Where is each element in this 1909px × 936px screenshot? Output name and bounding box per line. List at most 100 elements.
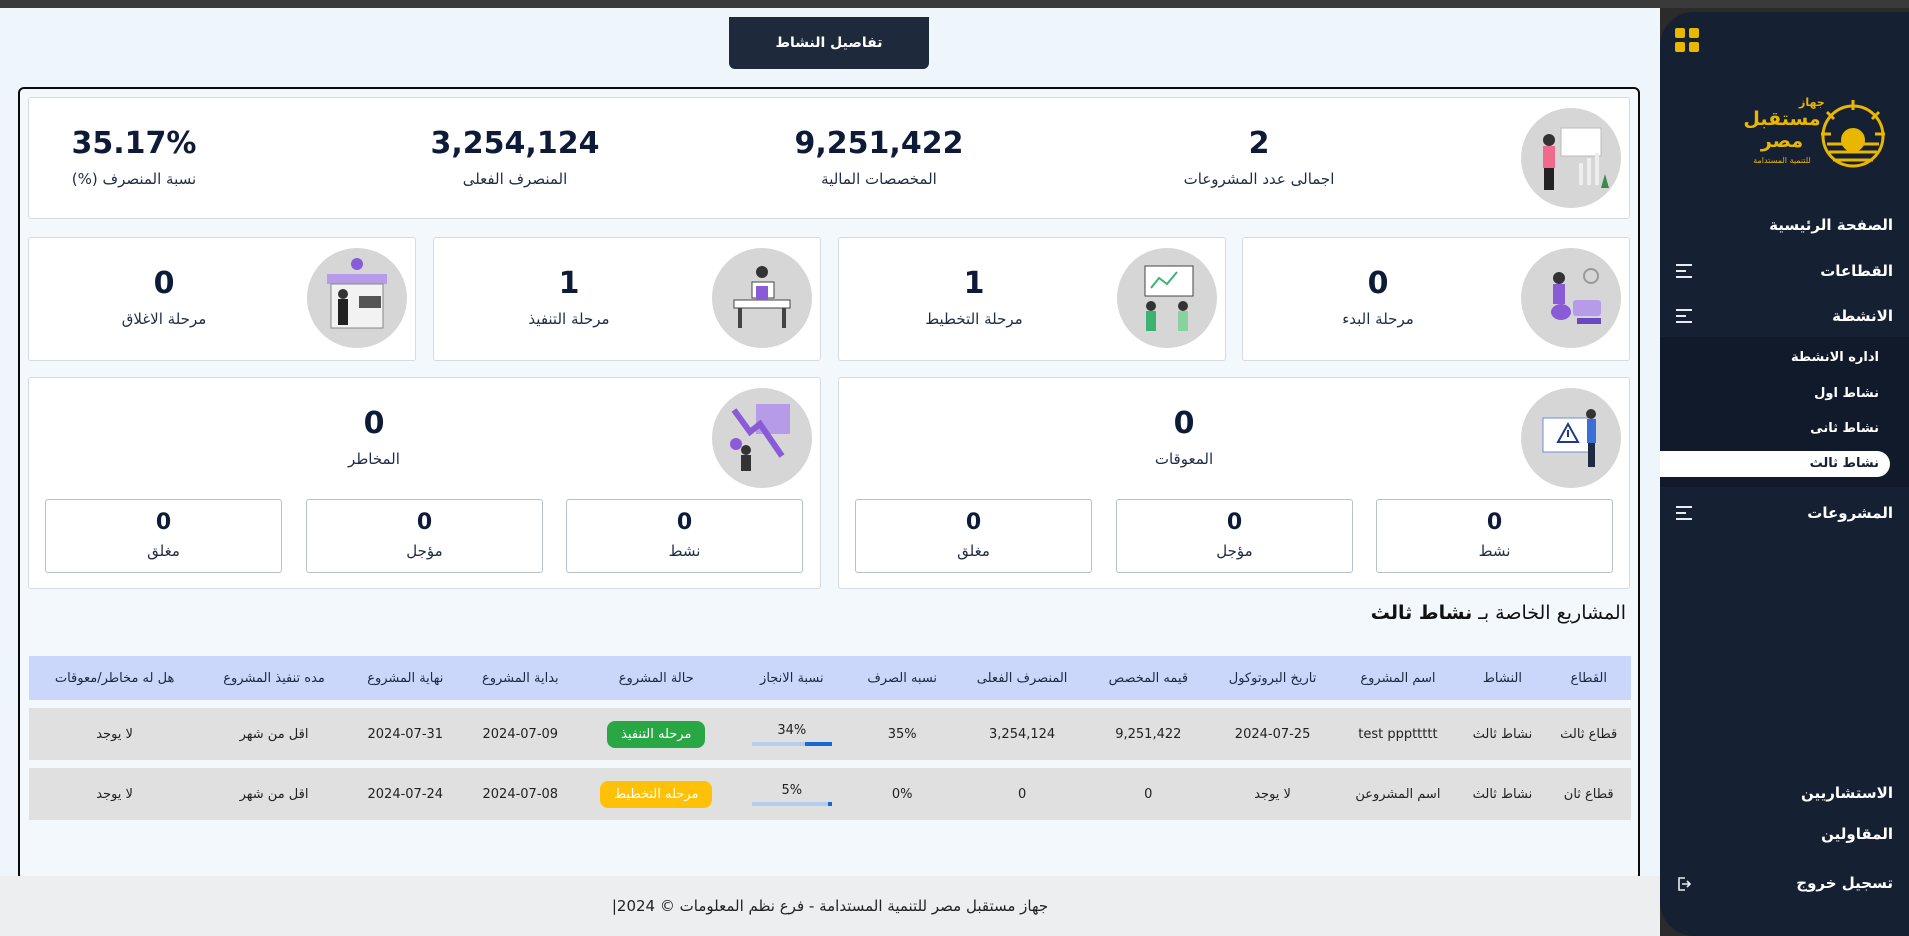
progress-fill (804, 741, 832, 746)
page-title-tab: تفاصيل النشاط (729, 17, 929, 69)
sidebar-item-projects[interactable]: المشروعات (1807, 504, 1893, 522)
warning-illustration-icon (1521, 388, 1621, 488)
projects-table: القطاع النشاط اسم المشروع تاريخ البروتوك… (29, 648, 1631, 828)
menu-lines-icon[interactable] (1676, 309, 1694, 323)
risks-closed-card: 0 مغلق (45, 499, 282, 573)
risks-active-label: نشط (668, 542, 701, 560)
progress-fill (827, 801, 832, 806)
risks-value: 0 (363, 406, 385, 441)
menu-lines-icon[interactable] (1676, 506, 1694, 520)
stage-execution-value: 1 (558, 266, 580, 301)
risks-card: 0 المخاطر 0 نشط 0 مؤجل 0 مغلق (28, 377, 821, 589)
submenu-item-activity-3[interactable]: نشاط ثالث (1810, 456, 1879, 471)
menu-lines-icon[interactable] (1676, 264, 1694, 278)
column-header[interactable]: قيمه المخصص (1089, 656, 1208, 700)
submenu-item-manage-activities[interactable]: اداره الانشطة (1791, 350, 1879, 365)
cell-spend-pct: 35% (887, 726, 917, 742)
risks-closed-label: مغلق (147, 542, 180, 560)
column-header[interactable]: النشاط (1458, 656, 1546, 700)
cell-protocol-date: لا يوجد (1254, 786, 1291, 802)
obstacles-label: المعوقات (1154, 450, 1214, 468)
progress-label: 34% (777, 722, 807, 738)
obstacles-closed-card: 0 مغلق (855, 499, 1092, 573)
submenu-item-activity-1[interactable]: نشاط اول (1814, 386, 1879, 401)
status-badge: مرحله التخطيط (600, 780, 713, 808)
start-stage-illustration-icon (1521, 248, 1621, 348)
progress-indicator: 34% (751, 722, 832, 746)
presentation-illustration-icon (1521, 108, 1621, 208)
stage-start-value: 0 (1367, 266, 1389, 301)
cell-start-date: 2024-07-08 (482, 786, 559, 802)
stage-execution-label: مرحلة التنفيذ (528, 310, 610, 328)
risks-postponed-card: 0 مؤجل (306, 499, 543, 573)
submenu-item-activity-2[interactable]: نشاط ثانى (1810, 421, 1879, 436)
obstacles-closed-label: مغلق (957, 542, 990, 560)
column-header[interactable]: مده تنفيذ المشروع (200, 656, 348, 700)
progress-bar (751, 801, 832, 806)
projects-section-title: المشاريع الخاصة بـ نشاط ثالث (1371, 602, 1626, 624)
column-header[interactable]: نهاية المشروع (348, 656, 463, 700)
execution-stage-illustration-icon (712, 248, 812, 348)
sidebar-item-contractors[interactable]: المقاولين (1821, 825, 1893, 843)
projects-title-prefix: المشاريع الخاصة بـ (1478, 602, 1626, 624)
cell-spent: 3,254,124 (989, 726, 1056, 742)
allocations-label: المخصصات المالية (821, 170, 937, 188)
footer: جهاز مستقبل مصر للتنمية المستدامة - فرع … (0, 876, 1660, 936)
sidebar-item-logout[interactable]: تسجيل خروج (1796, 874, 1893, 892)
table-row[interactable]: قطاع ثالث نشاط ثالث test pppttttt 2024-0… (29, 708, 1631, 760)
obstacles-value: 0 (1173, 406, 1195, 441)
risks-postponed-label: مؤجل (406, 542, 443, 560)
column-header[interactable]: المنصرف الفعلى (955, 656, 1089, 700)
column-header[interactable]: حالة المشروع (578, 656, 735, 700)
cell-project-name: test pppttttt (1358, 726, 1438, 742)
stage-execution-card: 1 مرحلة التنفيذ (433, 237, 821, 361)
obstacles-postponed-value: 0 (1226, 510, 1243, 535)
sidebar-item-sectors[interactable]: القطاعات (1820, 262, 1893, 280)
apps-grid-icon[interactable] (1675, 28, 1699, 52)
obstacles-card: 0 المعوقات 0 نشط 0 مؤجل 0 مغلق (838, 377, 1630, 589)
cell-end-date: 2024-07-31 (367, 726, 444, 742)
column-header[interactable]: بداية المشروع (463, 656, 578, 700)
risks-postponed-value: 0 (416, 510, 433, 535)
risks-label: المخاطر (348, 450, 400, 468)
cell-sector: قطاع ثان (1563, 786, 1614, 802)
column-header[interactable]: القطاع (1546, 656, 1631, 700)
cell-risks: لا يوجد (96, 726, 133, 742)
status-badge: مرحله التنفيذ (607, 720, 706, 748)
column-header[interactable]: هل له مخاطر/معوقات (29, 656, 200, 700)
total-projects-label: اجمالى عدد المشروعات (1183, 170, 1335, 188)
column-header[interactable]: تاريخ البروتوكول (1208, 656, 1338, 700)
logout-icon[interactable] (1676, 876, 1692, 896)
obstacles-active-value: 0 (1486, 510, 1503, 535)
risks-closed-value: 0 (155, 510, 172, 535)
table-header-row: القطاع النشاط اسم المشروع تاريخ البروتوك… (29, 656, 1631, 700)
logo-subtitle: للتنمية المستدامة (1753, 156, 1811, 165)
sidebar-item-consultants[interactable]: الاستشاريين (1801, 784, 1893, 802)
allocations-value: 9,251,422 (794, 126, 964, 161)
cell-duration: اقل من شهر (239, 786, 309, 802)
column-header[interactable]: نسبة الانجاز (735, 656, 849, 700)
column-header[interactable]: اسم المشروع (1337, 656, 1458, 700)
spent-percent-value: 35.17% (71, 126, 197, 161)
column-header[interactable]: نسبه الصرف (849, 656, 955, 700)
progress-label: 5% (781, 782, 803, 798)
cell-start-date: 2024-07-09 (482, 726, 559, 742)
cell-end-date: 2024-07-24 (367, 786, 444, 802)
sidebar-item-home[interactable]: الصفحة الرئيسية (1769, 216, 1893, 234)
table-row[interactable]: قطاع ثان نشاط ثالث اسم المشروعن لا يوجد … (29, 768, 1631, 820)
sidebar-item-activities[interactable]: الانشطة (1832, 307, 1893, 325)
main-content: تفاصيل النشاط 2 اجمالى عدد المشروعات 9,2… (0, 8, 1660, 936)
cell-activity: نشاط ثالث (1472, 786, 1533, 802)
cell-allocation: 0 (1144, 786, 1153, 802)
stage-start-card: 0 مرحلة البدء (1242, 237, 1630, 361)
obstacles-closed-value: 0 (965, 510, 982, 535)
risk-chart-illustration-icon (712, 388, 812, 488)
summary-card: 2 اجمالى عدد المشروعات 9,251,422 المخصصا… (28, 97, 1630, 219)
cell-risks: لا يوجد (96, 786, 133, 802)
obstacles-active-card: 0 نشط (1376, 499, 1613, 573)
stage-planning-card: 1 مرحلة التخطيط (838, 237, 1226, 361)
stage-closing-value: 0 (153, 266, 175, 301)
logo: جهاز مستقبل مصر للتنمية المستدامة (1741, 90, 1891, 190)
cell-duration: اقل من شهر (239, 726, 309, 742)
cell-progress: 34% (735, 708, 849, 760)
